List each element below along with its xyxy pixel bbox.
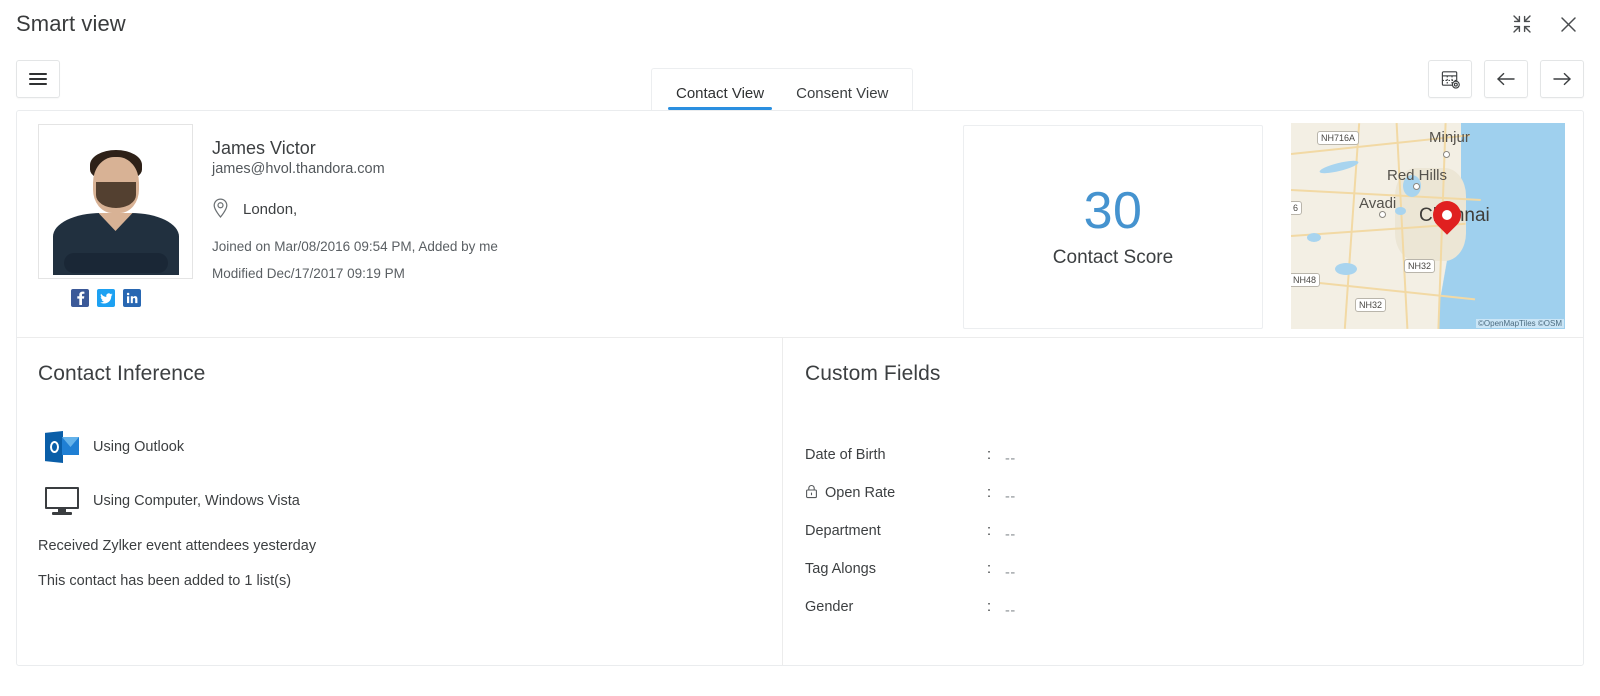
inference-label: Using Outlook: [93, 439, 185, 455]
view-tabs: Contact View Consent View: [651, 68, 914, 110]
outlook-icon: [45, 431, 79, 463]
contact-inference-title: Contact Inference: [38, 362, 206, 385]
photo-beard: [95, 182, 136, 209]
custom-fields-list: Date of Birth : -- Open Rate: -- Depart…: [805, 436, 1583, 626]
tab-consent-view[interactable]: Consent View: [780, 86, 904, 110]
map-water: [1395, 207, 1406, 215]
map-label-nh48: NH48: [1291, 273, 1321, 287]
map-label-nh716a: NH716A: [1317, 131, 1360, 145]
contact-inference-panel: Contact Inference Using Outlook Using Co…: [17, 338, 783, 665]
lock-icon: [805, 484, 818, 503]
custom-fields-panel: Custom Fields Date of Birth : -- Open Ra…: [783, 338, 1583, 665]
contact-joined: Joined on Mar/08/2016 09:54 PM, Added by…: [212, 239, 498, 254]
location-pin-icon: [212, 197, 229, 222]
title-bar: Smart view: [0, 0, 1600, 48]
contact-location: London,: [212, 197, 963, 222]
inference-label: Using Computer, Windows Vista: [93, 493, 300, 509]
field-label: Date of Birth: [805, 447, 886, 463]
collapse-arrows-icon[interactable]: [1510, 12, 1534, 36]
monitor-icon: [45, 487, 79, 515]
map-label-6: 6: [1291, 201, 1303, 215]
photo-arms: [63, 253, 168, 273]
field-separator: :: [987, 485, 992, 501]
window-actions: [1510, 12, 1584, 36]
detail-panels: Contact Inference Using Outlook Using Co…: [17, 338, 1583, 665]
tab-contact-view[interactable]: Contact View: [660, 86, 780, 110]
menu-line: [29, 82, 47, 86]
inference-note: Received Zylker event attendees yesterda…: [38, 538, 317, 554]
field-label: Tag Alongs: [805, 561, 876, 577]
field-value: --: [1005, 565, 1016, 581]
contact-email: james@hvol.thandora.com: [212, 161, 385, 177]
inference-row-device: Using Computer, Windows Vista: [38, 484, 782, 518]
field-value: --: [1005, 451, 1016, 467]
map-label-nh32-b: NH32: [1355, 298, 1387, 312]
field-value: --: [1005, 527, 1016, 543]
location-text: London,: [243, 201, 298, 218]
facebook-icon[interactable]: [71, 289, 89, 307]
hamburger-menu-icon[interactable]: [16, 60, 60, 98]
field-row-tag-alongs: Tag Alongs : --: [805, 550, 1583, 588]
field-row-department: Department : --: [805, 512, 1583, 550]
page-title: Smart view: [16, 11, 126, 36]
previous-record-button[interactable]: [1484, 60, 1528, 98]
map-dot: [1379, 211, 1386, 218]
field-label: Department: [805, 523, 881, 539]
field-separator: :: [987, 523, 992, 539]
field-label: Open Rate: [825, 485, 896, 501]
field-label: Gender: [805, 599, 854, 615]
contact-score-value: 30: [1083, 182, 1143, 240]
menu-line: [29, 72, 47, 76]
field-value: --: [1005, 489, 1016, 505]
map-label-nh32-a: NH32: [1404, 259, 1436, 273]
field-row-date-of-birth: Date of Birth : --: [805, 436, 1583, 474]
contact-score-label: Contact Score: [1052, 247, 1174, 268]
inference-note: This contact has been added to 1 list(s): [38, 573, 292, 589]
field-row-gender: Gender : --: [805, 588, 1583, 626]
map-label-minjur: Minjur: [1429, 129, 1470, 146]
contact-detail-card: James Victor james@hvol.thandora.com Lon…: [16, 110, 1584, 666]
map-label-avadi: Avadi: [1359, 195, 1397, 212]
custom-fields-title: Custom Fields: [805, 362, 941, 385]
social-links: [38, 289, 212, 307]
location-map[interactable]: NH716A Minjur Red Hills Avadi Chennai 6 …: [1291, 123, 1565, 329]
inference-list: Using Outlook Using Computer, Windows Vi…: [38, 430, 782, 518]
map-attribution: ©OpenMapTiles ©OSM: [1476, 319, 1564, 328]
map-water: [1307, 233, 1321, 242]
contact-summary: James Victor james@hvol.thandora.com Lon…: [17, 111, 1583, 338]
field-value: --: [1005, 603, 1016, 619]
close-icon[interactable]: [1556, 12, 1580, 36]
field-row-open-rate: Open Rate : --: [805, 474, 1583, 512]
next-record-button[interactable]: [1540, 60, 1584, 98]
field-separator: :: [987, 599, 992, 615]
toolbar-actions: [1428, 60, 1584, 98]
avatar: [38, 124, 193, 279]
inference-row-outlook: Using Outlook: [38, 430, 782, 464]
contact-score-card: 30 Contact Score: [963, 125, 1263, 329]
twitter-icon[interactable]: [97, 289, 115, 307]
toolbar: Contact View Consent View: [0, 48, 1600, 110]
map-dot: [1413, 183, 1420, 190]
linkedin-icon[interactable]: [123, 289, 141, 307]
map-dot: [1443, 151, 1450, 158]
contact-name: James Victor: [212, 138, 316, 158]
avatar-block: [17, 123, 212, 307]
map-label-red-hills: Red Hills: [1387, 167, 1448, 184]
menu-line: [29, 77, 47, 81]
map-water: [1335, 263, 1357, 275]
field-label-wrapper: Open Rate: [805, 484, 987, 503]
field-separator: :: [987, 561, 992, 577]
table-settings-button[interactable]: [1428, 60, 1472, 98]
contact-modified: Modified Dec/17/2017 09:19 PM: [212, 266, 405, 281]
contact-photo: [42, 128, 189, 275]
map-water: [1318, 158, 1360, 176]
contact-info: James Victor james@hvol.thandora.com Lon…: [212, 123, 963, 283]
field-separator: :: [987, 447, 992, 463]
